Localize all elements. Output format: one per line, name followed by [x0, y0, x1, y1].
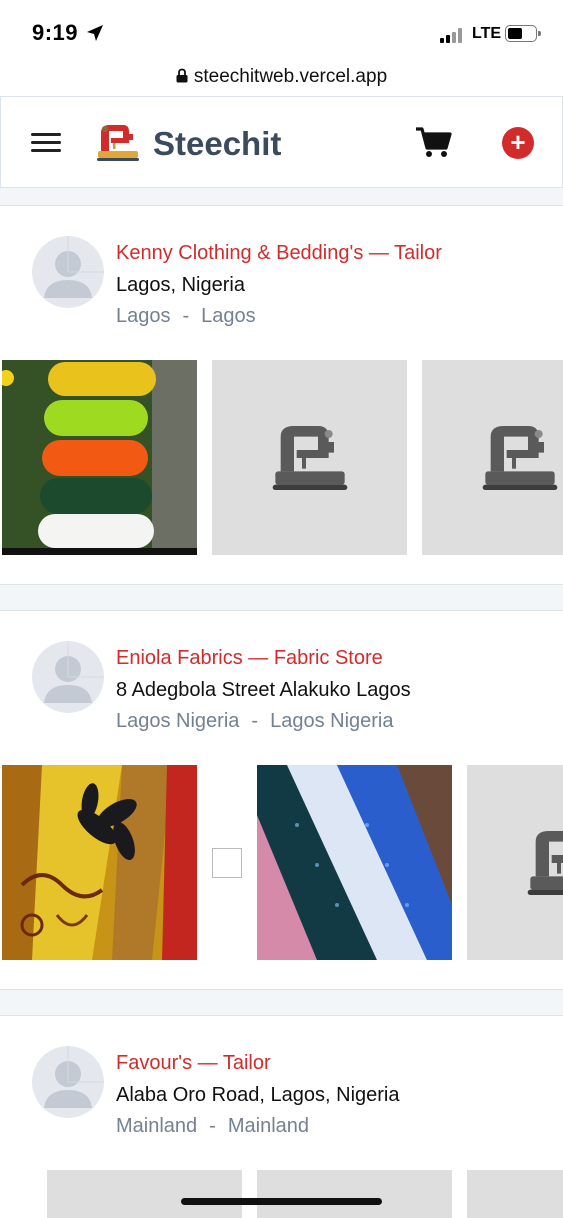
- avatar: [32, 641, 104, 713]
- battery-icon: [505, 25, 541, 42]
- store-card[interactable]: Kenny Clothing & Bedding's — Tailor Lago…: [0, 205, 563, 585]
- product-placeholder-image[interactable]: [422, 360, 563, 555]
- url-text: steechitweb.vercel.app: [193, 66, 388, 87]
- store-locality: Lagos - Lagos: [116, 305, 256, 328]
- sewing-machine-icon: [525, 823, 563, 903]
- home-indicator[interactable]: [181, 1198, 382, 1205]
- network-type: LTE: [472, 25, 502, 42]
- status-time: 9:19: [32, 20, 79, 45]
- product-image-ankara-fabric[interactable]: [2, 765, 197, 960]
- store-name[interactable]: Eniola Fabrics — Fabric Store: [116, 647, 383, 670]
- store-locality: Mainland - Mainland: [116, 1115, 309, 1138]
- select-checkbox[interactable]: [212, 848, 242, 878]
- product-placeholder-image[interactable]: [467, 765, 563, 960]
- locality-separator: -: [182, 305, 190, 327]
- add-button[interactable]: +: [502, 127, 534, 159]
- brand-name[interactable]: Steechit: [153, 125, 281, 163]
- product-placeholder-image[interactable]: [47, 1170, 242, 1218]
- product-placeholder-image[interactable]: [257, 1170, 452, 1218]
- signal-icon: [440, 27, 466, 43]
- app-header: Steechit: [0, 96, 563, 188]
- locality-separator: -: [251, 710, 259, 732]
- store-area: Lagos Nigeria: [116, 710, 240, 732]
- status-bar: 9:19 LTE: [0, 0, 563, 58]
- store-city: Lagos Nigeria: [270, 710, 394, 732]
- store-address: Alaba Oro Road, Lagos, Nigeria: [116, 1084, 400, 1106]
- store-address: Lagos, Nigeria: [116, 274, 245, 296]
- locality-separator: -: [209, 1115, 216, 1137]
- store-city: Lagos: [201, 305, 256, 327]
- store-name[interactable]: Favour's — Tailor: [116, 1052, 271, 1075]
- store-card[interactable]: Eniola Fabrics — Fabric Store 8 Adegbola…: [0, 610, 563, 990]
- url-display[interactable]: steechitweb.vercel.app: [176, 66, 387, 87]
- avatar: [32, 236, 104, 308]
- product-image-headbands[interactable]: [2, 360, 197, 555]
- brand-logo-icon[interactable]: [96, 121, 140, 163]
- store-area: Mainland: [116, 1115, 198, 1137]
- store-card[interactable]: Favour's — Tailor Alaba Oro Road, Lagos,…: [0, 1015, 563, 1218]
- lock-icon: [176, 68, 188, 83]
- store-locality: Lagos Nigeria - Lagos Nigeria: [116, 710, 394, 733]
- sewing-machine-icon: [270, 418, 350, 498]
- location-arrow-icon: [87, 25, 103, 41]
- cart-icon[interactable]: [415, 127, 453, 159]
- store-address: 8 Adegbola Street Alakuko Lagos: [116, 679, 411, 701]
- store-area: Lagos: [116, 305, 171, 327]
- product-image-sequin-fabric[interactable]: [257, 765, 452, 960]
- store-city: Mainland: [227, 1115, 310, 1137]
- sewing-machine-icon: [480, 418, 560, 498]
- product-placeholder-image[interactable]: [212, 360, 407, 555]
- browser-url-bar[interactable]: steechitweb.vercel.app: [0, 58, 563, 96]
- avatar: [32, 1046, 104, 1118]
- menu-icon[interactable]: [31, 133, 61, 153]
- store-name[interactable]: Kenny Clothing & Bedding's — Tailor: [116, 242, 442, 265]
- product-placeholder-image[interactable]: [467, 1170, 563, 1218]
